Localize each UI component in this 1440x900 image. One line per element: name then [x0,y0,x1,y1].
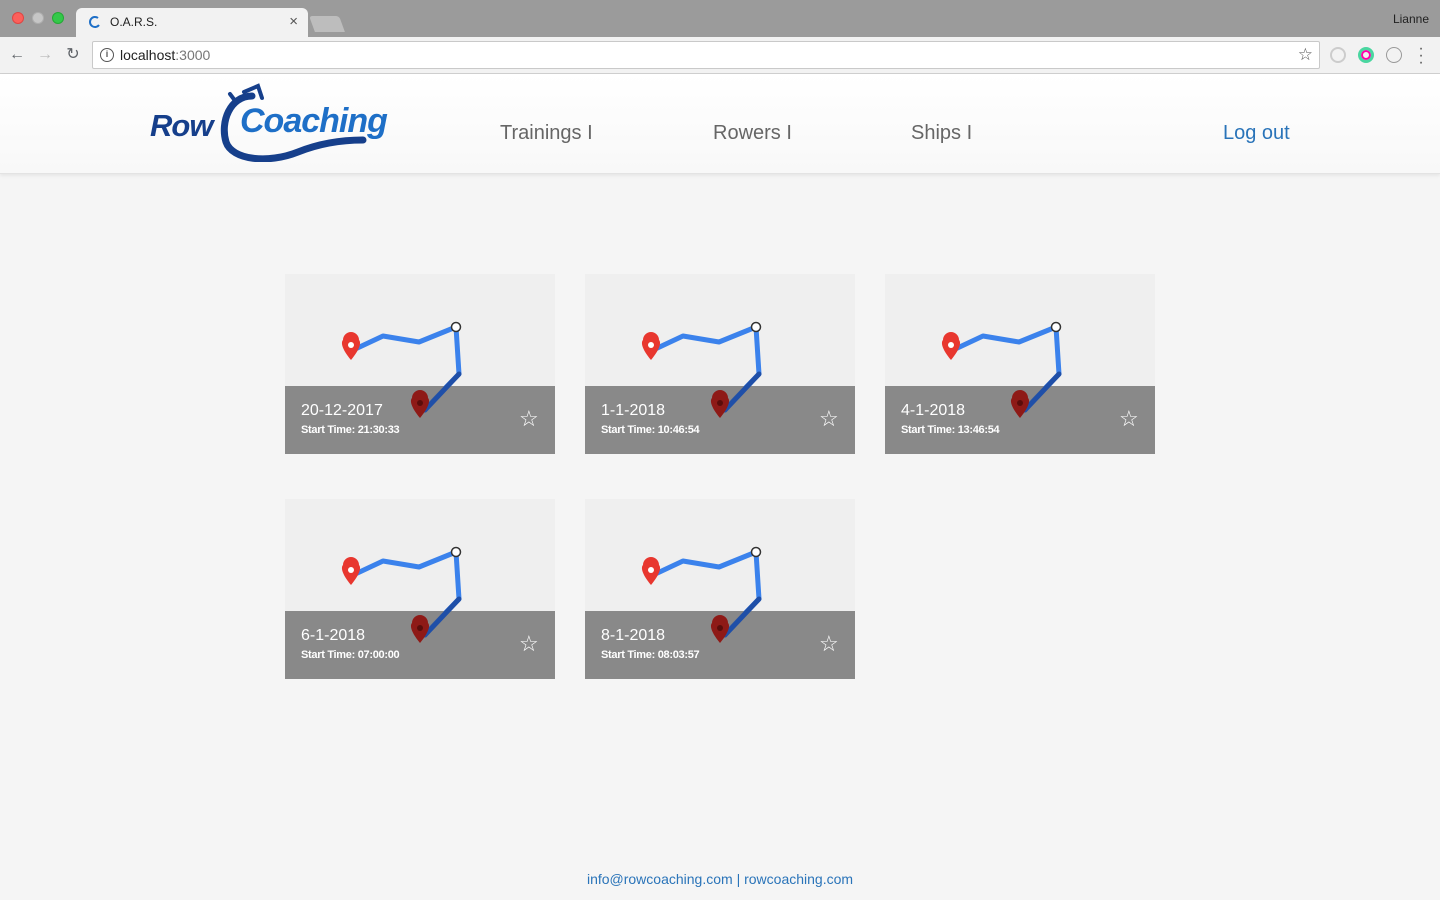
training-card[interactable]: 8-1-2018 Start Time: 08:03:57 ☆ [585,499,855,679]
profile-name[interactable]: Lianne [1393,12,1429,26]
training-start-time: Start Time: 08:03:57 [601,649,700,661]
back-arrow-icon[interactable]: ← [8,46,26,64]
minimize-window-button[interactable] [32,12,44,24]
new-tab-button[interactable] [309,16,345,32]
tab-close-icon[interactable]: × [289,13,298,30]
browser-tab[interactable]: O.A.R.S. × [76,8,308,37]
nav-ships[interactable]: Ships I [911,122,972,145]
training-date: 1-1-2018 [601,402,666,419]
training-card[interactable]: 20-12-2017 Start Time: 21:30:33 ☆ [285,274,555,454]
favorite-star-icon[interactable]: ☆ [1119,408,1139,430]
browser-toolbar: ← → ↻ i localhost:3000 ☆ · · · [0,37,1440,74]
extension-color-icon[interactable] [1358,47,1374,63]
footer-email-link[interactable]: info@rowcoaching.com [587,871,733,887]
close-window-button[interactable] [12,12,24,24]
rowcoaching-logo[interactable]: Row Coaching [148,82,388,162]
logo-text-row: Row [150,108,213,143]
forward-arrow-icon[interactable]: → [36,46,54,64]
training-date: 4-1-2018 [901,402,966,419]
browser-titlebar: O.A.R.S. × Lianne [0,0,1440,37]
reload-icon[interactable]: ↻ [64,46,82,64]
site-header: Row Coaching Trainings I Rowers I Ships … [0,74,1440,174]
maximize-window-button[interactable] [52,12,64,24]
training-start-time: Start Time: 13:46:54 [901,424,1000,436]
nav-rowers[interactable]: Rowers I [713,122,792,145]
browser-menu-icon[interactable]: · · · [1415,41,1427,71]
info-icon[interactable]: i [100,48,114,62]
training-start-time: Start Time: 10:46:54 [601,424,700,436]
logo-text-coaching: Coaching [240,102,388,140]
address-bar[interactable]: i localhost:3000 ☆ [92,41,1320,69]
training-card[interactable]: 4-1-2018 Start Time: 13:46:54 ☆ [885,274,1155,454]
extension-icon[interactable] [1330,47,1346,63]
footer-separator: | [736,871,741,887]
training-date: 20-12-2017 [301,402,383,419]
nav-trainings[interactable]: Trainings I [500,122,593,145]
training-card[interactable]: 6-1-2018 Start Time: 07:00:00 ☆ [285,499,555,679]
training-start-time: Start Time: 07:00:00 [301,649,400,661]
bookmark-star-icon[interactable]: ☆ [1298,45,1313,65]
training-date: 8-1-2018 [601,627,666,644]
training-card[interactable]: 1-1-2018 Start Time: 10:46:54 ☆ [585,274,855,454]
footer-website-link[interactable]: rowcoaching.com [744,871,853,887]
favorite-star-icon[interactable]: ☆ [519,633,539,655]
training-start-time: Start Time: 21:30:33 [301,424,400,436]
favicon-icon [89,16,100,28]
footer: info@rowcoaching.com | rowcoaching.com [0,871,1440,887]
tab-title: O.A.R.S. [110,15,158,29]
training-date: 6-1-2018 [301,627,366,644]
favorite-star-icon[interactable]: ☆ [819,408,839,430]
url-text[interactable]: localhost:3000 [120,47,210,63]
logout-link[interactable]: Log out [1223,122,1290,145]
favorite-star-icon[interactable]: ☆ [819,633,839,655]
favorite-star-icon[interactable]: ☆ [519,408,539,430]
extension-clock-icon[interactable] [1386,47,1402,63]
